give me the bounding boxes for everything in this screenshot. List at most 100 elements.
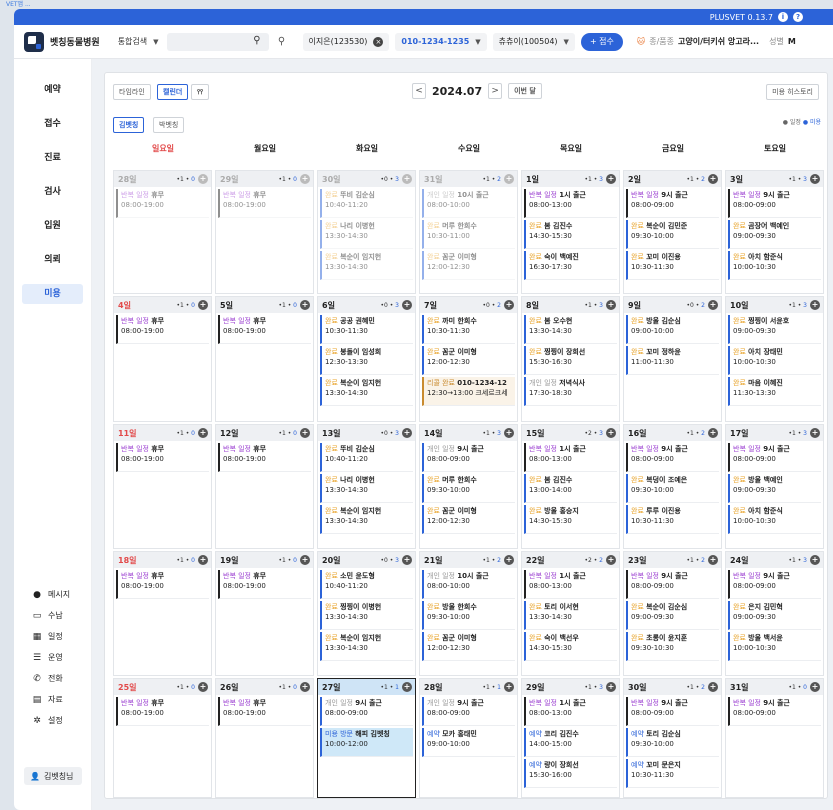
- prev-month-button[interactable]: <: [412, 83, 426, 99]
- add-icon[interactable]: +: [402, 300, 412, 310]
- calendar-event[interactable]: 완료 아치 함준식 10:00-10:30: [728, 505, 821, 534]
- calendar-event[interactable]: 완료 봄 오수현 13:30-14:30: [524, 315, 617, 344]
- sidebar-item-2[interactable]: 진료: [14, 141, 91, 175]
- day-cell[interactable]: 13일 •0 • 3 + 완료 뚜비 김순심 10:40-11:20 완료 나리 이병헌 1…: [317, 424, 416, 549]
- calendar-event[interactable]: 완료 루루 이진용 10:30-11:30: [626, 505, 719, 534]
- user-button[interactable]: 👤 김벳칭님: [24, 767, 82, 785]
- add-icon[interactable]: +: [198, 300, 208, 310]
- calendar-event[interactable]: 완료 소민 윤도형 10:40-11:20: [320, 570, 413, 599]
- calendar-event[interactable]: 완료 뚜비 김순심 10:40-11:20: [320, 189, 413, 218]
- sidebar-link[interactable]: ▦ 일정: [32, 631, 63, 642]
- sidebar-link[interactable]: ✲ 설정: [32, 715, 63, 726]
- calendar-event[interactable]: 완료 아치 함준식 10:00-10:30: [728, 251, 821, 280]
- calendar-event[interactable]: 완료 꼼군 이미형 12:00-12:30: [422, 251, 515, 280]
- add-icon[interactable]: +: [504, 174, 514, 184]
- add-icon[interactable]: +: [708, 428, 718, 438]
- calendar-event[interactable]: 반복 일정 휴무 08:00-19:00: [116, 697, 209, 726]
- day-cell[interactable]: 10일 •1 • 3 + 완료 찡찡이 서윤호 09:00-09:30 완료 아치 장태민…: [725, 296, 824, 422]
- day-cell[interactable]: 31일 •1 • 0 + 반복 일정 9시 출근 08:00-09:00: [725, 678, 824, 798]
- info-icon[interactable]: i: [778, 12, 788, 22]
- calendar-event[interactable]: 반복 일정 휴무 08:00-19:00: [116, 443, 209, 472]
- sidebar-item-6[interactable]: 미용: [22, 284, 83, 304]
- calendar-event[interactable]: 완료 봄 김진수 14:30-15:30: [524, 220, 617, 249]
- day-cell[interactable]: 8일 •1 • 3 + 완료 봄 오수현 13:30-14:30 완료 찡찡이 장희선 15…: [521, 296, 620, 422]
- day-cell[interactable]: 23일 •1 • 2 + 반복 일정 9시 출근 08:00-09:00 완료 복순이 김…: [623, 551, 722, 676]
- this-month-button[interactable]: 이번 달: [508, 83, 542, 99]
- sidebar-link[interactable]: ✆ 전화: [32, 673, 63, 684]
- tab-timeline[interactable]: 타임라인: [113, 84, 151, 100]
- calendar-event[interactable]: 예약 모카 홍태민 09:00-10:00: [422, 728, 515, 757]
- calendar-event[interactable]: 완료 까미 한희수 10:30-11:30: [422, 315, 515, 344]
- add-icon[interactable]: +: [810, 428, 820, 438]
- day-cell[interactable]: 30일 •0 • 3 + 완료 뚜비 김순심 10:40-11:20 완료 나리 이병헌 1…: [317, 170, 416, 294]
- calendar-event[interactable]: 완료 숙이 백선우 14:30-15:30: [524, 632, 617, 661]
- calendar-event[interactable]: 개인 일정 9시 출근 08:00-09:00: [422, 697, 515, 726]
- calendar-event[interactable]: 완료 복순이 김순심 09:00-09:30: [626, 601, 719, 630]
- calendar-event[interactable]: 반복 일정 9시 출근 08:00-09:00: [728, 443, 821, 472]
- add-icon[interactable]: +: [402, 174, 412, 184]
- register-button[interactable]: + 접수: [580, 32, 623, 51]
- add-icon[interactable]: +: [504, 555, 514, 565]
- add-icon[interactable]: +: [300, 555, 310, 565]
- add-icon[interactable]: +: [810, 555, 820, 565]
- calendar-event[interactable]: 완료 뚜비 김순심 10:40-11:20: [320, 443, 413, 472]
- calendar-event[interactable]: 반복 일정 1시 출근 08:00-13:00: [524, 570, 617, 599]
- add-icon[interactable]: +: [708, 174, 718, 184]
- calendar-event[interactable]: 완료 꼼군 이미형 12:00-12:30: [422, 505, 515, 534]
- owner-chip[interactable]: 이지은(123530) ×: [302, 32, 390, 51]
- sidebar-item-3[interactable]: 검사: [14, 175, 91, 209]
- calendar-event[interactable]: 완료 머루 한희수 10:30-11:00: [422, 220, 515, 249]
- day-cell[interactable]: 30일 •1 • 2 + 반복 일정 9시 출근 08:00-09:00 예약 토리 김순…: [623, 678, 722, 798]
- day-cell[interactable]: 25일 •1 • 0 + 반복 일정 휴무 08:00-19:00: [113, 678, 212, 798]
- add-icon[interactable]: +: [300, 428, 310, 438]
- filter-icon[interactable]: ⫯⫯: [191, 84, 210, 100]
- sidebar-item-0[interactable]: 예약: [14, 73, 91, 107]
- add-icon[interactable]: +: [402, 428, 412, 438]
- search-input[interactable]: ⚲: [166, 32, 269, 51]
- calendar-event[interactable]: 완료 머루 한희수 09:30-10:00: [422, 474, 515, 503]
- calendar-event[interactable]: 반복 일정 9시 출근 08:00-09:00: [626, 570, 719, 599]
- calendar-event[interactable]: 완료 곰장어 백예인 09:00-09:30: [728, 220, 821, 249]
- add-icon[interactable]: +: [708, 682, 718, 692]
- calendar-event[interactable]: 예약 량이 장희선 15:30-16:00: [524, 759, 617, 788]
- day-cell[interactable]: 3일 •1 • 3 + 반복 일정 9시 출근 08:00-09:00 완료 곰장어 백예…: [725, 170, 824, 294]
- day-cell[interactable]: 29일 •1 • 3 + 반복 일정 1시 출근 08:00-13:00 예약 코리 김진…: [521, 678, 620, 798]
- add-icon[interactable]: +: [300, 174, 310, 184]
- add-icon[interactable]: +: [606, 682, 616, 692]
- calendar-event[interactable]: 완료 나리 이병헌 13:30-14:30: [320, 220, 413, 249]
- calendar-event[interactable]: 반복 일정 9시 출근 08:00-09:00: [728, 570, 821, 599]
- calendar-event[interactable]: 반복 일정 1시 출근 08:00-13:00: [524, 189, 617, 218]
- calendar-event[interactable]: 완료 방울 김순심 09:00-10:00: [626, 315, 719, 344]
- add-icon[interactable]: +: [708, 555, 718, 565]
- day-cell[interactable]: 17일 •1 • 3 + 반복 일정 9시 출근 08:00-09:00 완료 방울 백예…: [725, 424, 824, 549]
- add-icon[interactable]: +: [198, 174, 208, 184]
- calendar-event[interactable]: 완료 복순이 임지헌 13:30-14:30: [320, 251, 413, 280]
- calendar-event[interactable]: 개인 일정 10시 출근 08:00-10:00: [422, 189, 515, 218]
- calendar-event[interactable]: 완료 복순이 임지헌 13:30-14:30: [320, 505, 413, 534]
- search-type-select[interactable]: 통합검색 ▼: [118, 36, 159, 47]
- add-icon[interactable]: +: [402, 682, 412, 692]
- day-cell[interactable]: 16일 •1 • 2 + 반복 일정 9시 출근 08:00-09:00 완료 복덩이 조…: [623, 424, 722, 549]
- calendar-event[interactable]: 예약 꼬미 문은지 10:30-11:30: [626, 759, 719, 788]
- calendar-event[interactable]: 반복 일정 휴무 08:00-19:00: [116, 189, 209, 218]
- add-icon[interactable]: +: [300, 682, 310, 692]
- day-cell[interactable]: 24일 •1 • 3 + 반복 일정 9시 출근 08:00-09:00 완료 은지 김민…: [725, 551, 824, 676]
- add-icon[interactable]: +: [606, 300, 616, 310]
- calendar-event[interactable]: 완료 복순이 임지헌 13:30-14:30: [320, 377, 413, 406]
- calendar-event[interactable]: 개인 일정 저녁식사 17:30-18:30: [524, 377, 617, 406]
- sidebar-item-5[interactable]: 의뢰: [14, 243, 91, 277]
- patient-search-icon[interactable]: ⚲: [273, 33, 291, 51]
- calendar-event[interactable]: 개인 일정 10시 출근 08:00-10:00: [422, 570, 515, 599]
- calendar-event[interactable]: 완료 꼬미 정하윤 11:00-11:30: [626, 346, 719, 375]
- day-cell[interactable]: 1일 •1 • 3 + 반복 일정 1시 출근 08:00-13:00 완료 봄 김진수 1…: [521, 170, 620, 294]
- day-cell[interactable]: 27일 •1 • 1 + 개인 일정 9시 출근 08:00-09:00 미용 방문 해피…: [317, 678, 416, 798]
- calendar-event[interactable]: 완료 방울 한희수 09:30-10:00: [422, 601, 515, 630]
- calendar-event[interactable]: 반복 일정 휴무 08:00-19:00: [218, 189, 311, 218]
- calendar-event[interactable]: 완료 봄 김진수 13:00-14:00: [524, 474, 617, 503]
- next-month-button[interactable]: >: [488, 83, 503, 99]
- history-button[interactable]: 미용 히스토리: [766, 84, 819, 100]
- add-icon[interactable]: +: [708, 300, 718, 310]
- add-icon[interactable]: +: [810, 682, 820, 692]
- calendar-event[interactable]: 완료 방울 홍승지 14:30-15:30: [524, 505, 617, 534]
- sidebar-item-1[interactable]: 접수: [14, 107, 91, 141]
